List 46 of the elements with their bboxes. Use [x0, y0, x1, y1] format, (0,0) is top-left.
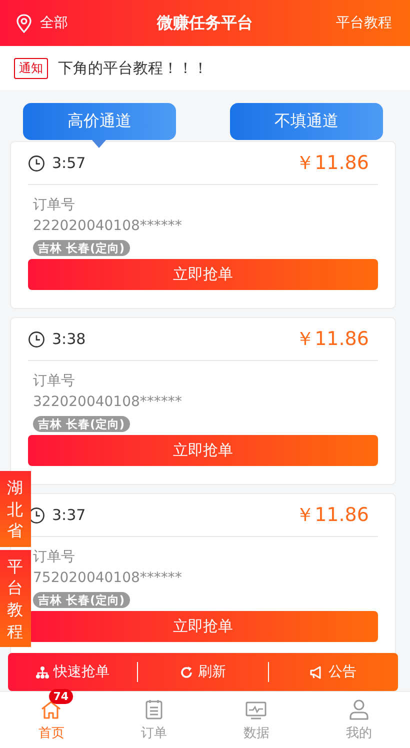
- order-price: ￥11.86: [296, 327, 369, 352]
- notice-tag: 通知: [14, 58, 48, 78]
- order-price: ￥11.86: [296, 503, 369, 528]
- region-tag: 吉林 长春(定向): [33, 240, 130, 256]
- nav-tab[interactable]: 数据: [205, 692, 308, 748]
- side-tab[interactable]: 平台教程: [0, 550, 31, 648]
- channel-tab[interactable]: 不填通道: [230, 103, 383, 140]
- order-number: 752020040108******: [33, 569, 182, 588]
- action-button[interactable]: 刷新: [138, 659, 268, 685]
- app-title: 微赚任务平台: [157, 12, 253, 32]
- grab-order-button[interactable]: 立即抢单: [28, 611, 378, 642]
- home-icon: [40, 700, 62, 720]
- clock-icon: [28, 506, 45, 524]
- notice-text: 下角的平台教程！！！: [58, 58, 208, 78]
- nav-tab[interactable]: 订单: [102, 692, 205, 748]
- count-badge: 74: [49, 689, 73, 704]
- tutorial-link[interactable]: 平台教程: [336, 14, 392, 32]
- order-number-label: 订单号: [33, 548, 75, 567]
- order-number: 322020040108******: [33, 393, 182, 412]
- order-time: 3:38: [52, 330, 86, 348]
- clock-icon: [28, 154, 45, 172]
- grab-order-button[interactable]: 立即抢单: [28, 435, 378, 466]
- order-number: 222020040108******: [33, 217, 182, 236]
- action-button[interactable]: 公告: [268, 659, 398, 685]
- order-number-label: 订单号: [33, 372, 75, 391]
- region-tag: 吉林 长春(定向): [33, 592, 130, 608]
- grab-order-button[interactable]: 立即抢单: [28, 259, 378, 290]
- monitor-chart-icon: [245, 701, 268, 720]
- location-label[interactable]: 全部: [40, 14, 68, 32]
- order-time: 3:37: [52, 506, 86, 524]
- clipboard-icon: [144, 699, 163, 720]
- person-icon: [348, 699, 369, 720]
- order-number-label: 订单号: [33, 196, 75, 215]
- nav-tab[interactable]: 我的: [308, 692, 410, 748]
- nav-tab[interactable]: 74 首页: [0, 692, 102, 748]
- side-tab[interactable]: 湖北省: [0, 471, 31, 547]
- region-tag: 吉林 长春(定向): [33, 416, 130, 432]
- order-time: 3:57: [52, 154, 86, 172]
- network-icon: [36, 666, 49, 678]
- megaphone-icon: [310, 666, 324, 678]
- order-price: ￥11.86: [296, 151, 369, 176]
- channel-tab[interactable]: 高价通道: [23, 103, 176, 140]
- refresh-icon: [180, 666, 193, 678]
- location-pin-icon: [16, 14, 32, 32]
- action-button[interactable]: 快速抢单: [8, 659, 138, 685]
- clock-icon: [28, 330, 45, 348]
